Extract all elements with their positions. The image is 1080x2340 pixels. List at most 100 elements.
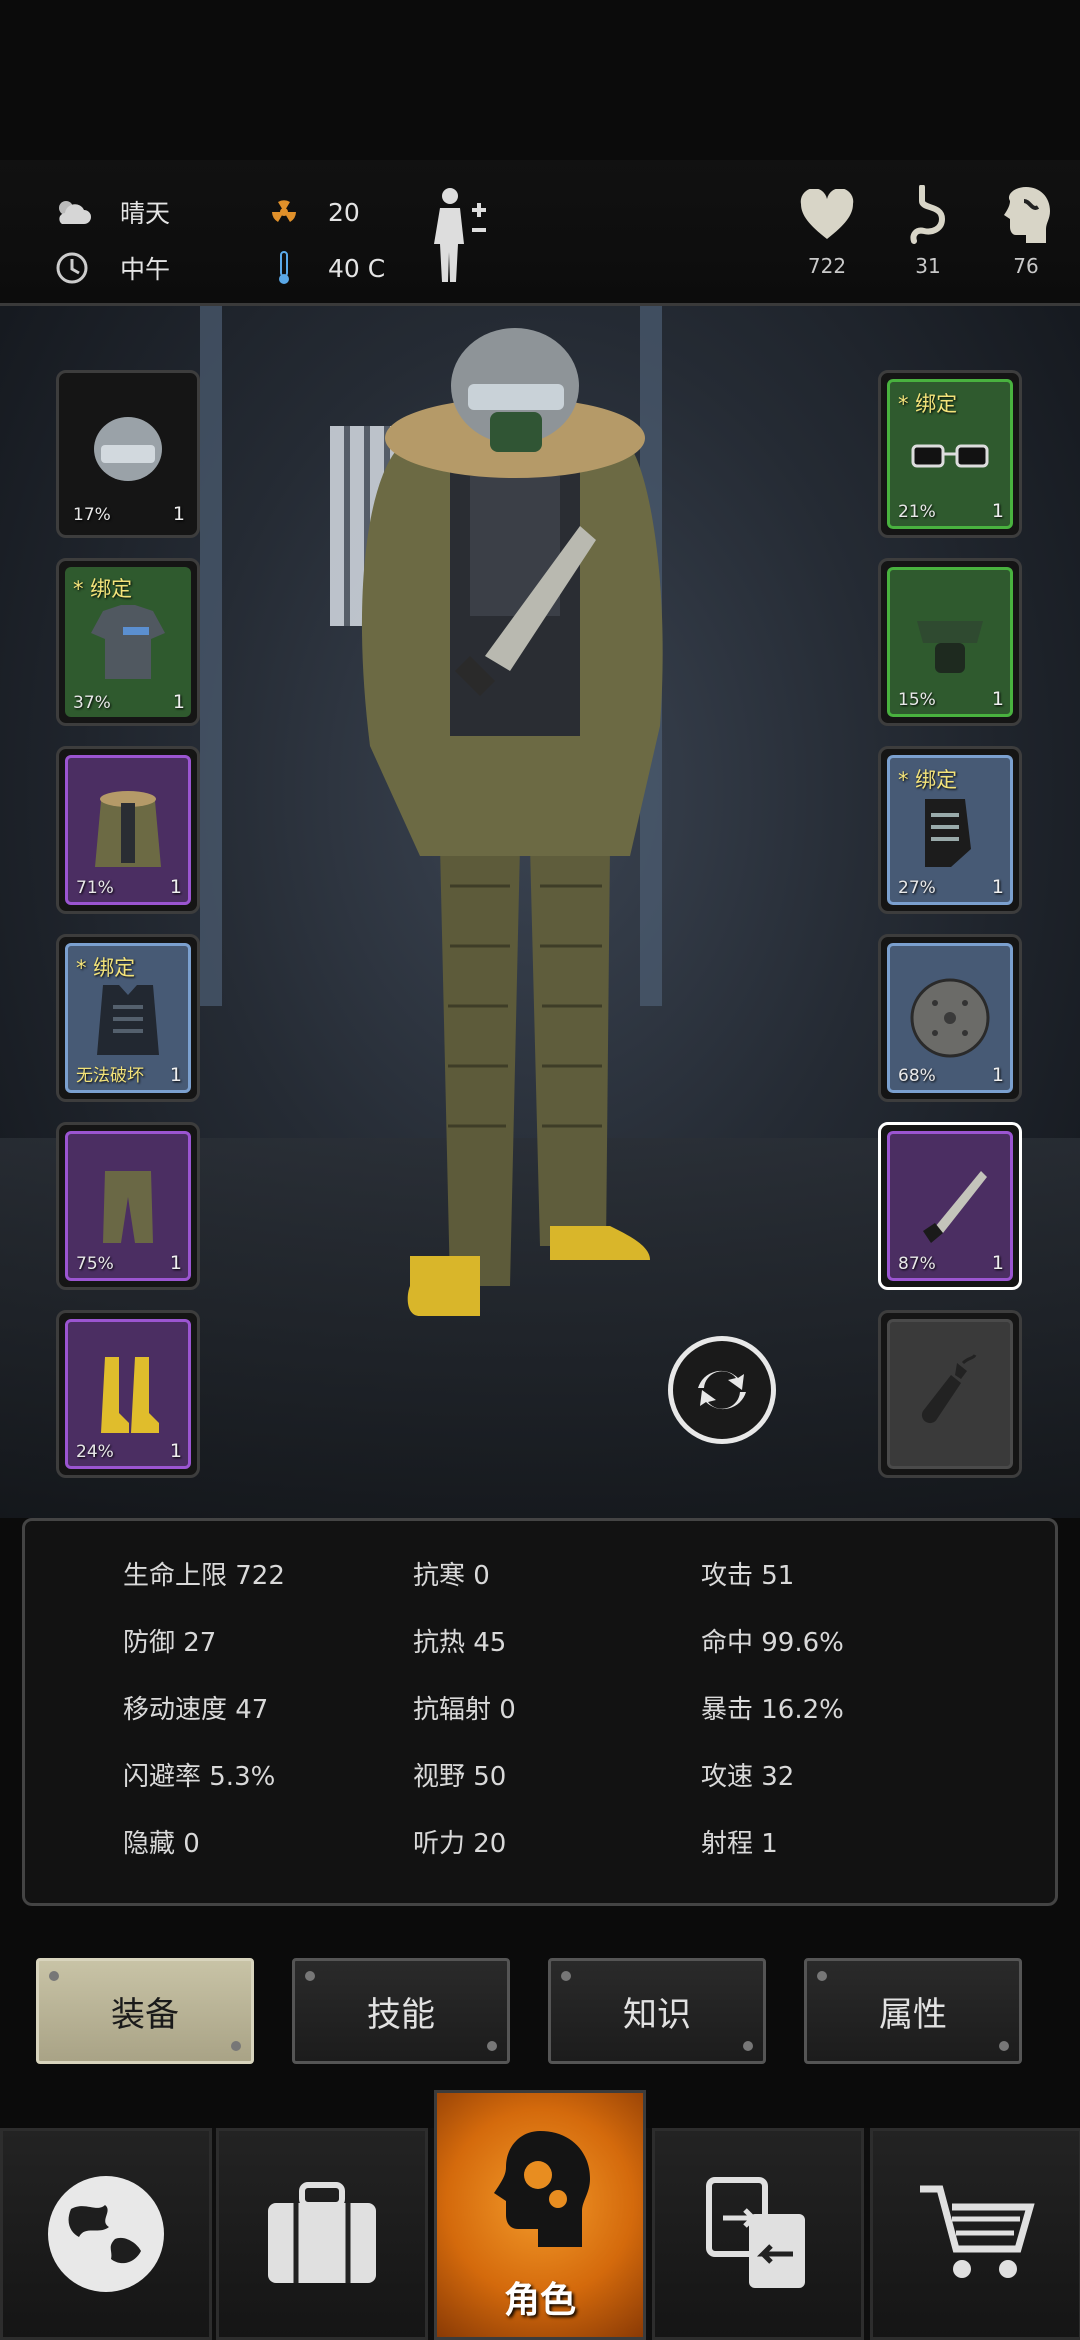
equipment-slot-weapon[interactable]: 87% 1	[878, 1122, 1022, 1290]
stat-defense: 防御 27	[123, 1628, 217, 1658]
stat-heat-resist: 抗热 45	[413, 1628, 507, 1658]
durability-label: 无法破坏	[76, 1066, 144, 1086]
equipment-slot-head[interactable]: 17% 1	[56, 370, 200, 538]
nav-trade[interactable]	[652, 2128, 864, 2340]
rivet	[743, 2041, 753, 2051]
cloud-sun-icon	[50, 190, 94, 234]
character-figure	[361, 328, 663, 1316]
durability-label: 17%	[73, 505, 111, 525]
heart-icon	[787, 180, 867, 250]
slot-frame: * 绑定 37% 1	[65, 567, 191, 717]
scene-pillar	[200, 306, 222, 1006]
equipment-slot-face[interactable]: 15% 1	[878, 558, 1022, 726]
slot-frame: * 绑定 无法破坏 1	[65, 943, 191, 1093]
slot-frame: 87% 1	[887, 1131, 1013, 1281]
stat-accuracy: 命中 99.6%	[701, 1628, 844, 1658]
mental-indicator: 76	[986, 180, 1066, 278]
equipment-slot-hands[interactable]: * 绑定 27% 1	[878, 746, 1022, 914]
weather-status: 晴天	[50, 190, 170, 234]
tab-attributes[interactable]: 属性	[804, 1958, 1022, 2064]
body-figure-icon	[434, 188, 486, 282]
suitcase-icon	[268, 2182, 376, 2283]
head-gears-icon	[494, 2131, 590, 2247]
equipment-slot-throwable[interactable]	[878, 1310, 1022, 1478]
count-label: 1	[991, 688, 1004, 710]
nav-character[interactable]: 角色	[434, 2090, 646, 2340]
count-label: 1	[991, 876, 1004, 898]
stat-max-hp: 生命上限 722	[123, 1561, 285, 1591]
radiation-status: 20	[262, 190, 360, 234]
time-label: 中午	[120, 255, 171, 284]
radiation-value: 20	[328, 197, 360, 227]
attributes-panel: 生命上限 722 防御 27 移动速度 47 闪避率 5.3% 隐藏 0 抗寒 …	[22, 1518, 1058, 1906]
slot-frame: 75% 1	[65, 1131, 191, 1281]
bound-label: * 绑定	[73, 577, 133, 601]
count-label: 1	[991, 500, 1004, 522]
tab-knowledge[interactable]: 知识	[548, 1958, 766, 2064]
stat-range: 射程 1	[701, 1829, 778, 1859]
molotov-icon	[890, 1322, 1010, 1466]
bound-label: * 绑定	[76, 956, 136, 980]
rivet	[817, 1971, 827, 1981]
equipment-slot-eyewear[interactable]: * 绑定 21% 1	[878, 370, 1022, 538]
equipment-slot-coat[interactable]: 71% 1	[56, 746, 200, 914]
head-icon	[986, 180, 1066, 250]
tab-label: 知识	[623, 1994, 691, 2035]
bound-label: * 绑定	[898, 768, 958, 792]
health-indicator: 722	[787, 180, 867, 278]
rivet	[561, 1971, 571, 1981]
stat-attack-speed: 攻速 32	[701, 1762, 795, 1792]
count-label: 1	[169, 876, 182, 898]
thermometer-icon	[262, 246, 306, 290]
durability-label: 87%	[898, 1254, 936, 1274]
radiation-icon	[262, 190, 306, 234]
tab-label: 装备	[111, 1994, 179, 2035]
tab-skills[interactable]: 技能	[292, 1958, 510, 2064]
stat-radiation-resist: 抗辐射 0	[413, 1695, 516, 1725]
slot-frame: 17% 1	[65, 379, 191, 529]
temperature-value: 40 C	[328, 253, 386, 283]
slot-frame: * 绑定 21% 1	[887, 379, 1013, 529]
durability-label: 71%	[76, 878, 114, 898]
nav-shop[interactable]	[870, 2128, 1080, 2340]
slot-frame: 71% 1	[65, 755, 191, 905]
rivet	[999, 2041, 1009, 2051]
count-label: 1	[172, 691, 185, 713]
equipment-slot-boots[interactable]: 24% 1	[56, 1310, 200, 1478]
count-label: 1	[172, 503, 185, 525]
rivet	[231, 2041, 241, 2051]
bottom-nav: 角色	[0, 2090, 1080, 2340]
durability-label: 24%	[76, 1442, 114, 1462]
rivet	[49, 1971, 59, 1981]
tab-label: 属性	[879, 1994, 947, 2035]
clock-icon	[50, 246, 94, 290]
durability-label: 27%	[898, 878, 936, 898]
slot-frame: 15% 1	[887, 567, 1013, 717]
rivet	[487, 2041, 497, 2051]
swap-outfit-button[interactable]	[668, 1336, 776, 1444]
tab-equipment[interactable]: 装备	[36, 1958, 254, 2064]
slot-frame: 24% 1	[65, 1319, 191, 1469]
count-label: 1	[169, 1064, 182, 1086]
time-status: 中午	[50, 246, 170, 290]
durability-label: 75%	[76, 1254, 114, 1274]
swap-arrows-icon	[698, 1370, 746, 1410]
cart-icon	[920, 2185, 1035, 2278]
stat-hearing: 听力 20	[413, 1829, 507, 1859]
equipment-slot-pants[interactable]: 75% 1	[56, 1122, 200, 1290]
stat-stealth: 隐藏 0	[123, 1829, 200, 1859]
hunger-indicator: 31	[888, 180, 968, 278]
equipment-slot-offhand[interactable]: 68% 1	[878, 934, 1022, 1102]
equipment-slot-shirt[interactable]: * 绑定 37% 1	[56, 558, 200, 726]
durability-label: 15%	[898, 690, 936, 710]
status-bar: 晴天 中午 20 40 C 722 31 76	[0, 160, 1080, 306]
durability-label: 21%	[898, 502, 936, 522]
slot-frame: 68% 1	[887, 943, 1013, 1093]
nav-inventory[interactable]	[216, 2128, 428, 2340]
bound-label: * 绑定	[898, 392, 958, 416]
nav-world-map[interactable]	[0, 2128, 212, 2340]
equipment-slot-vest[interactable]: * 绑定 无法破坏 1	[56, 934, 200, 1102]
body-status-button[interactable]	[428, 184, 498, 284]
count-label: 1	[991, 1064, 1004, 1086]
weather-label: 晴天	[120, 199, 171, 228]
